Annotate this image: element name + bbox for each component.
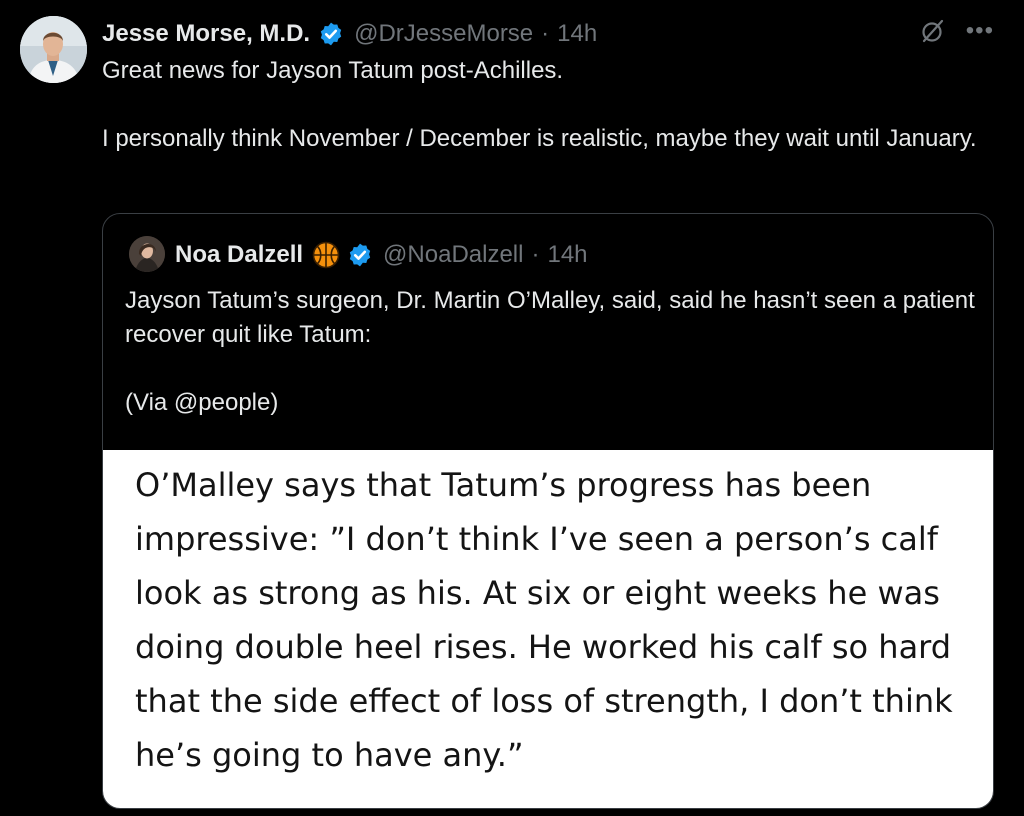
quoted-author-name[interactable]: Noa Dalzell [175,241,303,269]
media-quote-text: O’Malley says that Tatum’s progress has … [135,466,953,774]
author-handle[interactable]: @DrJesseMorse [354,20,533,48]
tweet-text-line: I personally think November / December i… [102,125,977,152]
tweet-actions: ••• [920,18,994,44]
author-avatar-image [20,16,87,83]
tweet-text: Great news for Jayson Tatum post-Achille… [102,54,992,156]
quoted-text-line: Jayson Tatum’s surgeon, Dr. Martin O’Mal… [125,287,975,348]
quoted-header-separator: · [531,241,540,268]
grok-icon[interactable] [920,18,946,44]
verified-badge-icon [349,243,371,267]
tweet-text-line: Great news for Jayson Tatum post-Achille… [102,57,564,84]
author-avatar[interactable] [20,16,87,83]
tweet-header: Jesse Morse, M.D. @DrJesseMorse · 14h [102,18,597,50]
quoted-tweet-text: Jayson Tatum’s surgeon, Dr. Martin O’Mal… [125,284,985,420]
basketball-emoji-icon [312,241,340,269]
verified-badge-icon [320,22,342,46]
quoted-author-avatar[interactable] [129,236,165,272]
quoted-author-handle[interactable]: @NoaDalzell [383,241,523,269]
tweet: Jesse Morse, M.D. @DrJesseMorse · 14h ••… [0,0,1024,816]
tweet-timestamp[interactable]: 14h [557,20,597,48]
quoted-tweet-card[interactable]: Noa Dalzell @NoaDalzell · 14h Jayson Tat… [102,213,994,809]
quoted-text-line: (Via @people) [125,389,279,416]
header-separator: · [541,20,550,47]
quoted-tweet-timestamp[interactable]: 14h [547,241,587,269]
author-name[interactable]: Jesse Morse, M.D. [102,20,310,48]
quoted-author-avatar-image [129,236,165,272]
more-options-icon[interactable]: ••• [966,19,994,43]
quoted-tweet-header: Noa Dalzell @NoaDalzell · 14h [175,239,588,271]
quoted-media-image[interactable]: O’Malley says that Tatum’s progress has … [103,450,993,808]
